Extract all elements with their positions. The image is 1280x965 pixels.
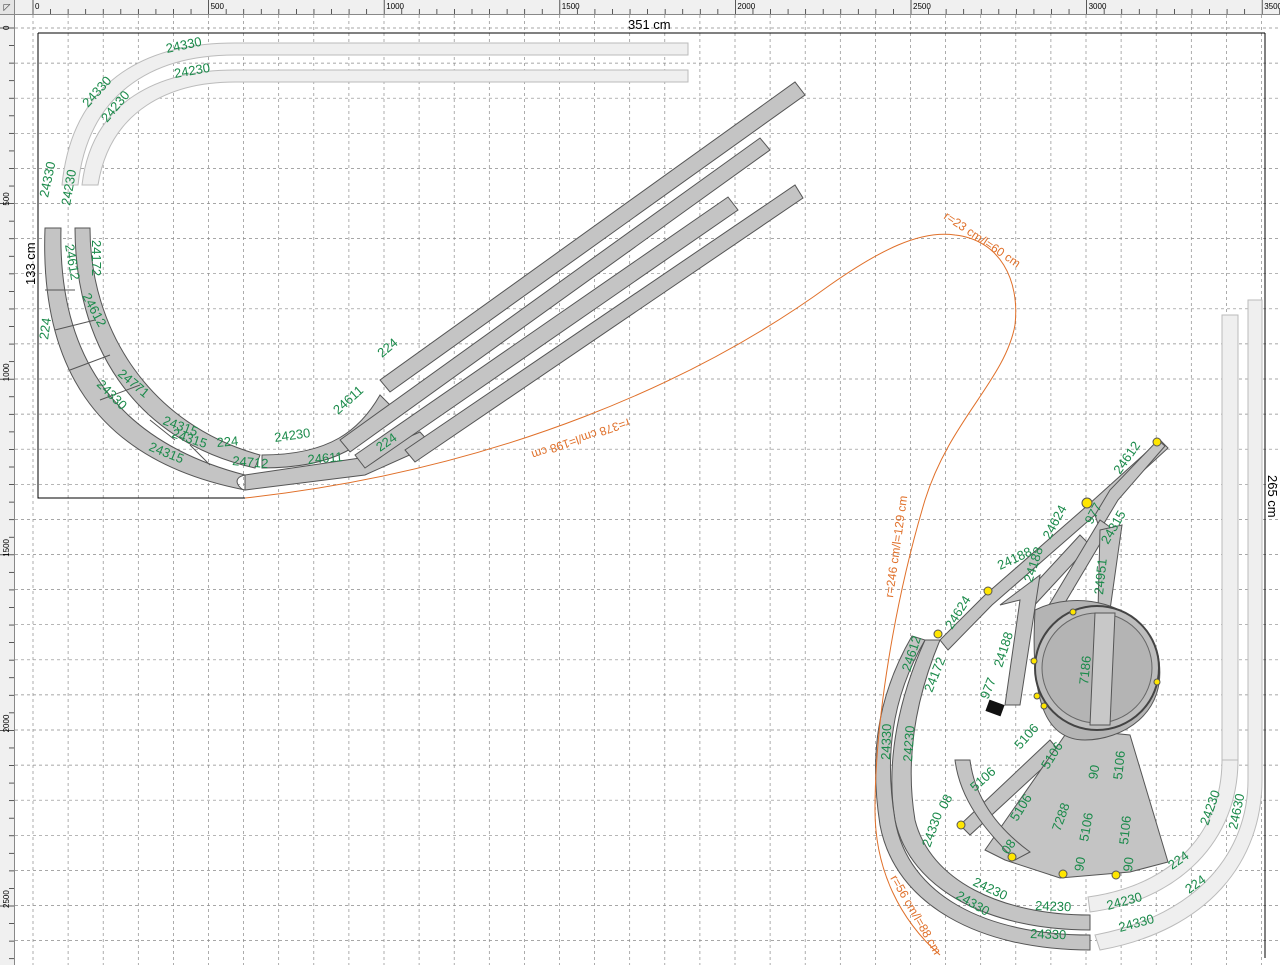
track-label: 7186 (1076, 655, 1094, 685)
track-label: 24230 (273, 425, 311, 445)
track-label: 24330 (878, 723, 894, 760)
ruler-tick-label: 1000 (2, 363, 11, 381)
ruler-tick-label: 2500 (913, 2, 931, 11)
track-label: 5106 (1110, 750, 1128, 780)
height-right-label: 265 cm (1265, 475, 1280, 518)
track-label: 224 (216, 433, 239, 450)
track-label: 90 (1120, 856, 1136, 872)
track-label: 24172 (89, 240, 104, 276)
track-label: 24611 (307, 449, 343, 467)
track-label: 224 (374, 335, 400, 360)
ruler-tick-label: 2500 (2, 890, 11, 908)
height-left-label: 133 cm (23, 242, 38, 285)
ruler-tick-label: 1500 (2, 538, 11, 556)
ruler-tick-label: 1000 (386, 2, 404, 11)
track-label: 24330 (1030, 926, 1067, 942)
ruler-tick-label: 500 (2, 192, 11, 206)
layout-canvas[interactable]: 351 cm 133 cm 265 cm r=378 cm/l=198 cm r… (15, 15, 1280, 965)
track-label: 24230 (900, 725, 917, 762)
ruler-tick-label: 2000 (2, 714, 11, 732)
track-label: 5106 (1116, 815, 1134, 845)
curve-note-r1: r=378 cm/l=198 cm (530, 415, 632, 462)
buffer-stop (985, 699, 1005, 717)
track-label: 24230 (1035, 898, 1072, 914)
ruler-corner[interactable]: ◸ (0, 0, 15, 15)
track-label: 24611 (330, 383, 366, 418)
turntable (1034, 605, 1160, 731)
track-label: 977 (977, 675, 999, 701)
ruler-tick-label: 500 (211, 2, 225, 11)
track-label: 224 (36, 317, 54, 341)
width-top-label: 351 cm (628, 17, 671, 32)
track-label: 90 (1071, 856, 1088, 873)
track-label: 24612 (79, 290, 109, 329)
corner-icon: ◸ (3, 2, 11, 12)
curve-note-r2: r=23 cm/l=60 cm (941, 209, 1023, 271)
track-label: 24230 (58, 168, 79, 206)
track-label: 90 (1085, 764, 1102, 781)
ruler-tick-label: 0 (35, 2, 40, 11)
ruler-tick-label: 1500 (562, 2, 580, 11)
track-label: 24315 (170, 426, 209, 451)
ruler-top: 0 500 1000 1500 2000 2500 3000 3500 (0, 0, 1280, 15)
curve-note-r3: r=246 cm/l=129 cm (882, 495, 910, 599)
track-label: 24712 (232, 453, 269, 471)
track-label: 24330 (919, 810, 945, 849)
ruler-left: 0 500 1000 1500 2000 2500 (0, 14, 15, 965)
track-label: 24330 (36, 160, 58, 198)
ruler-tick-label: 3500 (1264, 2, 1280, 11)
track-label: 08 (935, 792, 955, 812)
ruler-tick-label: 3000 (1089, 2, 1107, 11)
track-group-left (44, 81, 806, 491)
ruler-tick-label: 0 (2, 25, 11, 30)
ruler-tick-label: 2000 (737, 2, 755, 11)
